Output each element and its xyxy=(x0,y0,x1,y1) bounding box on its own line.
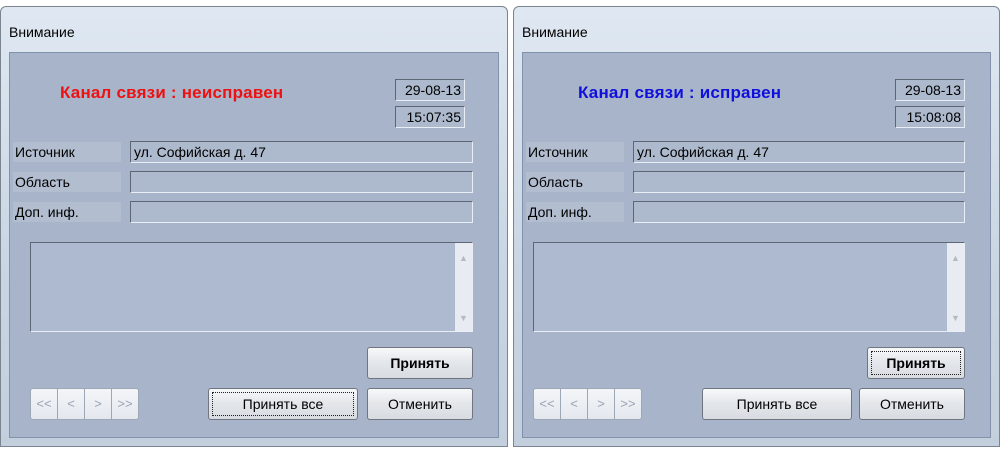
first-button[interactable]: << xyxy=(30,388,58,420)
date-field: 29-08-13 xyxy=(395,79,465,101)
next-button[interactable]: > xyxy=(84,388,112,420)
status-text: Канал связи : исправен xyxy=(578,83,782,102)
accept-all-button[interactable]: Принять все xyxy=(702,388,852,420)
vertical-scrollbar[interactable]: ▲ ▼ xyxy=(455,243,472,331)
source-field[interactable]: ул. Софийская д. 47 xyxy=(633,141,965,163)
source-label: Источник xyxy=(526,142,624,162)
next-button[interactable]: > xyxy=(587,388,615,420)
scroll-up-icon[interactable]: ▲ xyxy=(949,253,962,263)
source-field[interactable]: ул. Софийская д. 47 xyxy=(130,141,473,163)
area-label: Область xyxy=(526,172,624,192)
status-text: Канал связи : неисправен xyxy=(60,83,284,102)
message-memo[interactable]: ▲ ▼ xyxy=(533,242,965,332)
last-button[interactable]: >> xyxy=(111,388,139,420)
cancel-button[interactable]: Отменить xyxy=(859,388,965,420)
info-label: Доп. инф. xyxy=(13,202,121,222)
info-field[interactable] xyxy=(633,201,965,223)
scroll-down-icon[interactable]: ▼ xyxy=(949,313,962,323)
time-field: 15:07:35 xyxy=(395,106,465,128)
dialog-body: Канал связи : исправен 29-08-13 15:08:08… xyxy=(522,52,991,438)
accept-all-button[interactable]: Принять все xyxy=(208,388,358,420)
date-field: 29-08-13 xyxy=(895,79,965,101)
info-field[interactable] xyxy=(130,201,473,223)
focus-rect xyxy=(212,392,354,416)
time-field: 15:08:08 xyxy=(895,106,965,128)
window-title: Внимание xyxy=(9,24,75,40)
navigation-buttons: << < > >> xyxy=(30,388,139,420)
accept-button[interactable]: Принять xyxy=(867,347,965,379)
first-button[interactable]: << xyxy=(533,388,561,420)
accept-button[interactable]: Принять xyxy=(367,347,473,379)
cancel-button[interactable]: Отменить xyxy=(367,388,473,420)
navigation-buttons: << < > >> xyxy=(533,388,642,420)
message-memo[interactable]: ▲ ▼ xyxy=(30,242,473,332)
area-label: Область xyxy=(13,172,121,192)
info-label: Доп. инф. xyxy=(526,202,624,222)
source-label: Источник xyxy=(13,142,121,162)
prev-button[interactable]: < xyxy=(57,388,85,420)
scroll-up-icon[interactable]: ▲ xyxy=(457,253,470,263)
alert-window-left: Внимание Канал связи : неисправен 29-08-… xyxy=(0,6,508,447)
dialog-body: Канал связи : неисправен 29-08-13 15:07:… xyxy=(9,52,499,438)
area-field[interactable] xyxy=(130,171,473,193)
vertical-scrollbar[interactable]: ▲ ▼ xyxy=(947,243,964,331)
focus-rect xyxy=(871,351,961,375)
window-title: Внимание xyxy=(522,24,588,40)
prev-button[interactable]: < xyxy=(560,388,588,420)
scroll-down-icon[interactable]: ▼ xyxy=(457,313,470,323)
last-button[interactable]: >> xyxy=(614,388,642,420)
alert-window-right: Внимание Канал связи : исправен 29-08-13… xyxy=(513,6,1000,447)
area-field[interactable] xyxy=(633,171,965,193)
